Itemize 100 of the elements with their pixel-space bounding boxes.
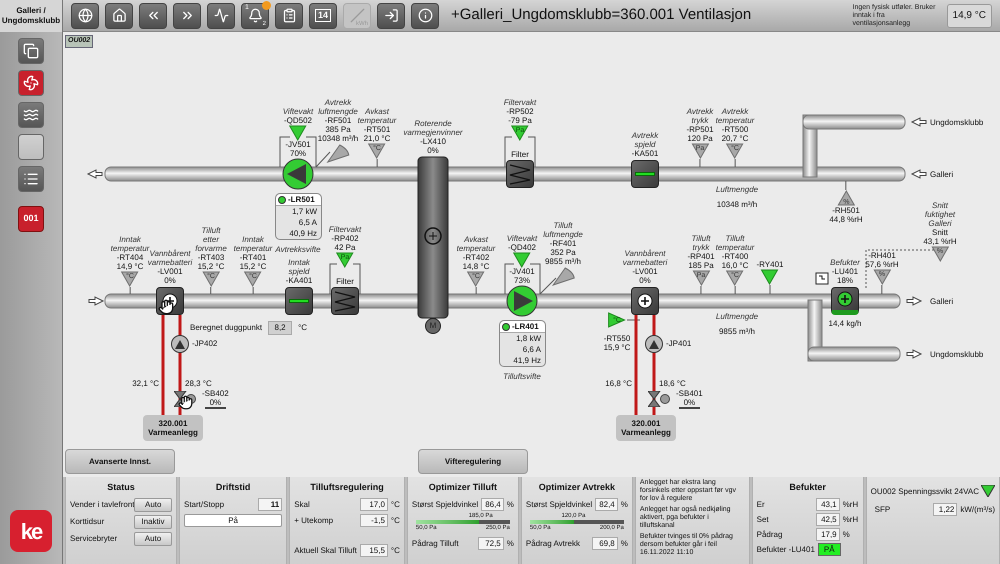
page-title: +Galleri_Ungdomsklubb=360.001 Ventilasjon [451, 5, 752, 26]
drive-reading: 40,9 Hz [288, 228, 318, 239]
hand-cursor-icon [178, 395, 193, 410]
toolbar-button[interactable] [275, 2, 303, 28]
sensor-value: 20,7 °C [722, 134, 748, 143]
exhaust-outlet-arrow [86, 169, 102, 179]
sensor-caption: Inntak temperatur [110, 235, 150, 253]
valve-position: 0% [678, 398, 700, 409]
unit-label: °C [390, 544, 400, 556]
heat-icon [23, 107, 39, 123]
sensor-tag: -QD402 [508, 243, 536, 252]
sensor-tag: -RP402 [331, 234, 359, 243]
toolbar-button[interactable] [105, 2, 133, 28]
sensor-tag: -RT404 [116, 253, 144, 262]
sensor-tag: -RT550 [604, 334, 630, 343]
plant-number: 320.001 [632, 419, 660, 428]
fan-caption: Avtrekksvifte [275, 244, 321, 256]
sensor-caption: Tilluft temperatur [716, 234, 754, 252]
value-field: 43,1 [816, 498, 840, 510]
panel-title: Optimizer Avtrekk [538, 481, 616, 494]
probe-line [252, 287, 254, 294]
home-icon [112, 8, 126, 23]
sensor-value: 14,9 °C [116, 262, 144, 271]
airflow-label: Luftmengde [716, 184, 758, 196]
toolbar-button[interactable] [71, 2, 99, 28]
toolbar-button[interactable] [411, 2, 439, 28]
sensor-tag: -RF401 [550, 239, 576, 248]
sensor-caption: Avtrekk temperatur [716, 107, 754, 125]
sensor-tag: -RT400 [722, 252, 748, 261]
sensor-caption: Tilluft luftmengde [543, 221, 583, 239]
toolbar-button[interactable] [139, 2, 167, 28]
probe-line [210, 287, 212, 294]
navigation-button[interactable]: Vifteregulering [418, 449, 528, 474]
airflow-value: 9855 m³/h [718, 326, 755, 338]
toolbar-button[interactable]: 14 [309, 2, 337, 28]
sensor-tag: -RP501 [686, 125, 714, 134]
drive-reading: 6,6 A [522, 344, 542, 355]
sensor-value: 15,2 °C [198, 262, 224, 271]
unit-label: °C [390, 514, 400, 526]
probe-line [700, 286, 702, 294]
equipment-label: Filter [336, 277, 354, 286]
equipment-label: -KA501 [632, 149, 658, 158]
mode-button[interactable]: Inaktiv [134, 514, 172, 528]
sensor-value: 44,8 %rH [829, 215, 863, 224]
equipment-label: -JV401 [509, 267, 535, 276]
panel-title: Optimizer Tilluft [428, 481, 498, 494]
field-label: Pådrag Avtrekk [526, 538, 581, 548]
drive-reading: 6,5 A [298, 217, 318, 228]
sidebar-button[interactable] [18, 70, 44, 96]
equipment-label: -LX410 [420, 137, 446, 146]
airflow-label: Luftmengde [716, 311, 758, 323]
value-field: 72,5 [478, 536, 504, 550]
sensor-tag: -RY401 [756, 260, 784, 269]
sidebar-button[interactable] [18, 166, 44, 192]
sensor-tag: -RT402 [462, 253, 490, 262]
unit-label: % [620, 538, 628, 548]
start-button[interactable]: På [184, 514, 282, 526]
plus-circle-icon [837, 291, 853, 307]
hand-cursor-icon [158, 299, 174, 315]
toolbar-button[interactable] [207, 2, 235, 28]
value-field: 82,4 [595, 498, 618, 510]
unit-label: % [842, 528, 851, 540]
field-label: Set [756, 514, 770, 524]
pump-triangle-icon [649, 340, 659, 348]
valve-tag: -SB401 [676, 389, 703, 398]
toolbar-button[interactable] [173, 2, 201, 28]
navigation-button[interactable]: Avanserte Innst. [65, 449, 175, 474]
mode-button[interactable]: Auto [134, 498, 172, 512]
field-label: Korttidsur [70, 516, 104, 527]
sidebar-button[interactable] [18, 134, 44, 160]
sensor-value: 15,2 °C [240, 262, 266, 271]
rotation-icon [424, 227, 442, 245]
duct-destination: Galleri [930, 296, 954, 308]
sensor-value: 15,9 °C [604, 343, 630, 352]
sensor-value: 21,0 °C [364, 134, 390, 143]
duct-end-arrow [910, 117, 926, 127]
mode-button[interactable]: Auto [134, 532, 172, 546]
duct-destination: Ungdomsklubb [930, 117, 984, 129]
sensor-value: -79 Pa [508, 116, 532, 125]
duct-destination: Galleri [930, 169, 954, 181]
location-title: Galleri / Ungdomsklubb [0, 0, 62, 32]
system-button[interactable]: 001 [18, 206, 44, 232]
sidebar-button[interactable] [18, 102, 44, 128]
toolbar-button[interactable] [377, 2, 405, 28]
sensor-tag: -RP502 [506, 107, 534, 116]
sidebar-button[interactable] [18, 38, 44, 64]
sensor-caption: Viftevakt [506, 234, 538, 243]
equipment-label: -LV001 [632, 267, 658, 276]
drive-reading: 1,8 kW [515, 333, 542, 344]
airflow-value: 10348 m³/h [716, 199, 758, 211]
sensor-caption: Viftevakt [282, 107, 314, 116]
field-label: SFP [874, 504, 892, 515]
valve-position: 0% [204, 398, 226, 409]
panel-title: Tilluftsregulering [309, 481, 385, 494]
sensor-tag: -RH501 [832, 206, 860, 215]
panel-title: Driftstid [214, 481, 252, 494]
sensor-value: 10348 m³/h [318, 134, 358, 143]
sensor-tag: -RH401 [868, 251, 896, 260]
humidifier-flow: 14,4 kg/h [828, 318, 862, 330]
equipment-label: -LU401 [832, 267, 858, 276]
